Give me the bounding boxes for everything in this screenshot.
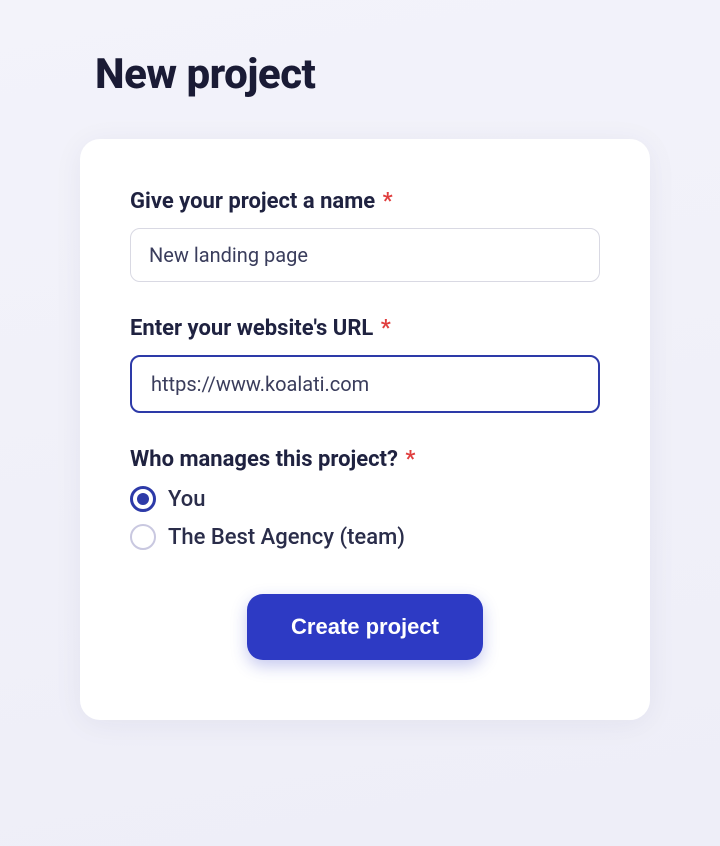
project-manager-label: Who manages this project? * <box>130 447 600 472</box>
manager-option-team[interactable]: The Best Agency (team) <box>130 524 600 550</box>
required-indicator: * <box>405 447 415 472</box>
label-text: Enter your website's URL <box>130 316 373 341</box>
project-name-label: Give your project a name * <box>130 189 600 214</box>
required-indicator: * <box>381 316 391 341</box>
project-name-group: Give your project a name * <box>130 189 600 282</box>
manager-radio-group: You The Best Agency (team) <box>130 486 600 550</box>
project-name-input[interactable] <box>130 228 600 282</box>
radio-label: You <box>168 487 205 512</box>
website-url-input[interactable] <box>130 355 600 413</box>
required-indicator: * <box>383 189 393 214</box>
label-text: Who manages this project? <box>130 447 398 472</box>
page-title: New project <box>95 50 650 99</box>
label-text: Give your project a name <box>130 189 375 214</box>
submit-wrap: Create project <box>130 594 600 660</box>
create-project-button[interactable]: Create project <box>247 594 483 660</box>
manager-option-you[interactable]: You <box>130 486 600 512</box>
website-url-label: Enter your website's URL * <box>130 316 600 341</box>
radio-icon <box>130 486 156 512</box>
new-project-form-card: Give your project a name * Enter your we… <box>80 139 650 720</box>
project-manager-group: Who manages this project? * You The Best… <box>130 447 600 550</box>
website-url-group: Enter your website's URL * <box>130 316 600 413</box>
radio-label: The Best Agency (team) <box>168 525 405 550</box>
radio-icon <box>130 524 156 550</box>
